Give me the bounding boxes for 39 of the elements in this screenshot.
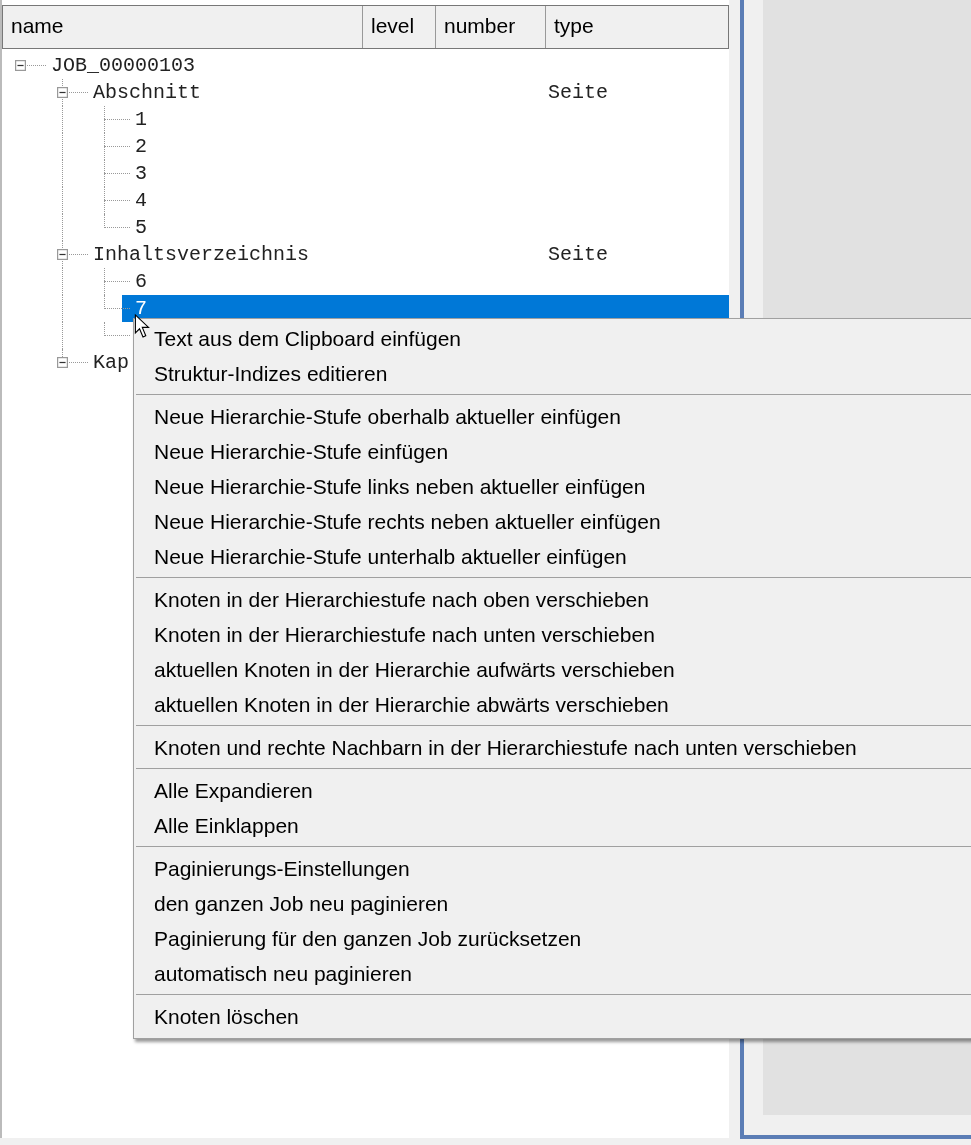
collapse-icon[interactable] [57,87,68,98]
menu-item[interactable]: aktuellen Knoten in der Hierarchie abwärts verschieben [134,687,971,722]
tree-item[interactable]: JOB_00000103 [49,53,198,78]
menu-item[interactable]: Neue Hierarchie-Stufe links neben aktueller einfügen [134,469,971,504]
column-header[interactable]: number [436,6,546,48]
column-header[interactable]: level [363,6,436,48]
column-header[interactable]: type [546,6,728,48]
menu-item[interactable]: Neue Hierarchie-Stufe rechts neben aktueller einfügen [134,504,971,539]
menu-item[interactable]: Neue Hierarchie-Stufe einfügen [134,434,971,469]
menu-item[interactable]: Paginierungs-Einstellungen [134,851,971,886]
menu-item[interactable]: Alle Expandieren [134,773,971,808]
tree-item[interactable]: 4 [133,188,149,213]
tree-item[interactable]: 6 [133,269,149,294]
menu-item[interactable]: Neue Hierarchie-Stufe unterhalb aktueller einfügen [134,539,971,574]
menu-item[interactable]: automatisch neu paginieren [134,956,971,991]
tree-item[interactable]: Abschnitt [91,80,204,105]
table-cell: Seite [548,243,608,266]
cursor-icon [134,313,152,339]
collapse-icon[interactable] [57,249,68,260]
menu-item[interactable]: Knoten in der Hierarchiestufe nach unten verschieben [134,617,971,652]
menu-item[interactable]: den ganzen Job neu paginieren [134,886,971,921]
menu-item[interactable]: Knoten in der Hierarchiestufe nach oben verschieben [134,582,971,617]
menu-item[interactable]: Paginierung für den ganzen Job zurücksetzen [134,921,971,956]
column-header[interactable]: name [3,6,363,48]
tree-item[interactable]: 2 [133,134,149,159]
tree-item[interactable]: 3 [133,161,149,186]
menu-item[interactable]: aktuellen Knoten in der Hierarchie aufwärts verschieben [134,652,971,687]
collapse-icon[interactable] [57,357,68,368]
menu-item[interactable]: Alle Einklappen [134,808,971,843]
menu-item[interactable]: Knoten löschen [134,999,971,1034]
tree-item[interactable]: 5 [133,215,149,240]
tree-item[interactable]: Kap [91,350,131,375]
tree-item[interactable]: 1 [133,107,149,132]
table-cell: Seite [548,81,608,104]
collapse-icon[interactable] [15,60,26,71]
menu-item[interactable]: Knoten und rechte Nachbarn in der Hierarchiestufe nach unten verschieben [134,730,971,765]
menu-item[interactable]: Neue Hierarchie-Stufe oberhalb aktueller einfügen [134,399,971,434]
menu-item[interactable]: Struktur-Indizes editieren [134,356,971,391]
tree-item[interactable]: Inhaltsverzeichnis [91,242,312,267]
